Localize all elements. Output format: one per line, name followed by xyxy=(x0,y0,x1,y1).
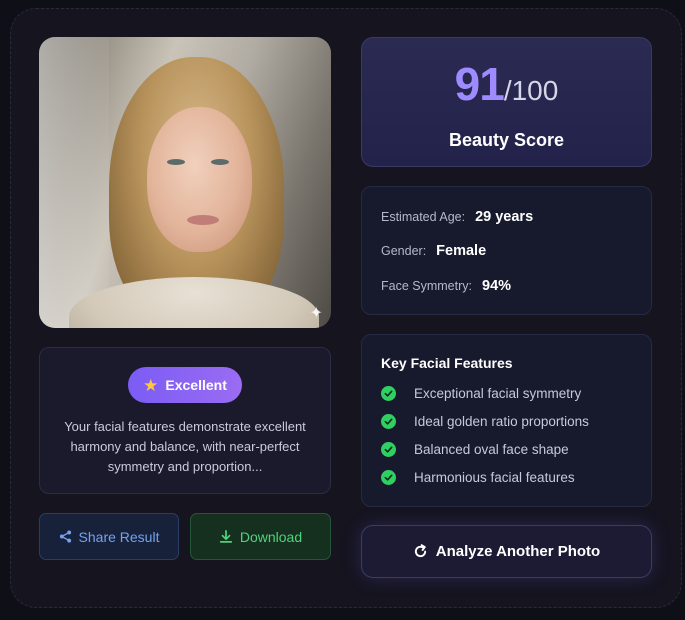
download-button[interactable]: Download xyxy=(190,513,331,560)
feature-text: Harmonious facial features xyxy=(414,470,575,485)
portrait-photo: ✦ xyxy=(39,37,331,328)
stat-value: Female xyxy=(436,243,487,259)
feature-text: Ideal golden ratio proportions xyxy=(414,414,589,429)
stat-value: 29 years xyxy=(475,209,534,225)
stat-age: Estimated Age: 29 years xyxy=(381,209,533,225)
score-value: 91 xyxy=(454,58,505,110)
analyze-another-button[interactable]: Analyze Another Photo xyxy=(361,525,652,578)
check-circle-icon xyxy=(381,442,396,457)
score-card: 91/100 Beauty Score xyxy=(361,37,652,167)
rating-badge: ★ Excellent xyxy=(128,367,242,403)
stat-label: Gender: xyxy=(381,244,427,258)
score-line: 91/100 xyxy=(362,60,651,120)
share-result-button[interactable]: Share Result xyxy=(39,513,179,560)
feature-text: Balanced oval face shape xyxy=(414,442,569,457)
stat-label: Estimated Age: xyxy=(381,210,466,224)
score-label: Beauty Score xyxy=(448,130,565,150)
stat-value: 94% xyxy=(482,278,512,294)
check-circle-icon xyxy=(381,386,396,401)
photo-eye-left xyxy=(167,159,185,165)
star-icon: ★ xyxy=(143,375,159,395)
rating-description: Your facial features demonstrate excelle… xyxy=(64,419,306,474)
photo-window-light xyxy=(39,37,109,328)
photo-eye-right xyxy=(211,159,229,165)
features-card: Key Facial Features Exceptional facial s… xyxy=(361,334,652,507)
feature-item: Harmonious facial features xyxy=(381,470,575,485)
download-icon xyxy=(219,529,232,543)
rating-card: ★ Excellent Your facial features demonst… xyxy=(39,347,331,494)
analyze-another-label: Analyze Another Photo xyxy=(435,543,601,560)
share-result-label: Share Result xyxy=(78,528,160,545)
rating-badge-label: Excellent xyxy=(165,377,227,393)
feature-text: Exceptional facial symmetry xyxy=(414,386,582,401)
share-icon xyxy=(59,530,71,543)
check-circle-icon xyxy=(381,470,396,485)
stat-symmetry: Face Symmetry: 94% xyxy=(381,278,511,294)
score-denominator: /100 xyxy=(503,75,559,106)
features-title: Key Facial Features xyxy=(381,355,513,371)
stat-label: Face Symmetry: xyxy=(381,279,472,293)
stats-card: Estimated Age: 29 years Gender: Female F… xyxy=(361,186,652,315)
feature-item: Balanced oval face shape xyxy=(381,442,569,457)
stat-gender: Gender: Female xyxy=(381,243,486,259)
photo-face xyxy=(147,107,252,252)
feature-item: Ideal golden ratio proportions xyxy=(381,414,589,429)
sparkle-icon: ✦ xyxy=(309,305,323,322)
photo-lips xyxy=(187,215,219,225)
refresh-icon xyxy=(414,544,426,558)
feature-item: Exceptional facial symmetry xyxy=(381,386,581,401)
download-label: Download xyxy=(239,528,303,545)
check-circle-icon xyxy=(381,414,396,429)
